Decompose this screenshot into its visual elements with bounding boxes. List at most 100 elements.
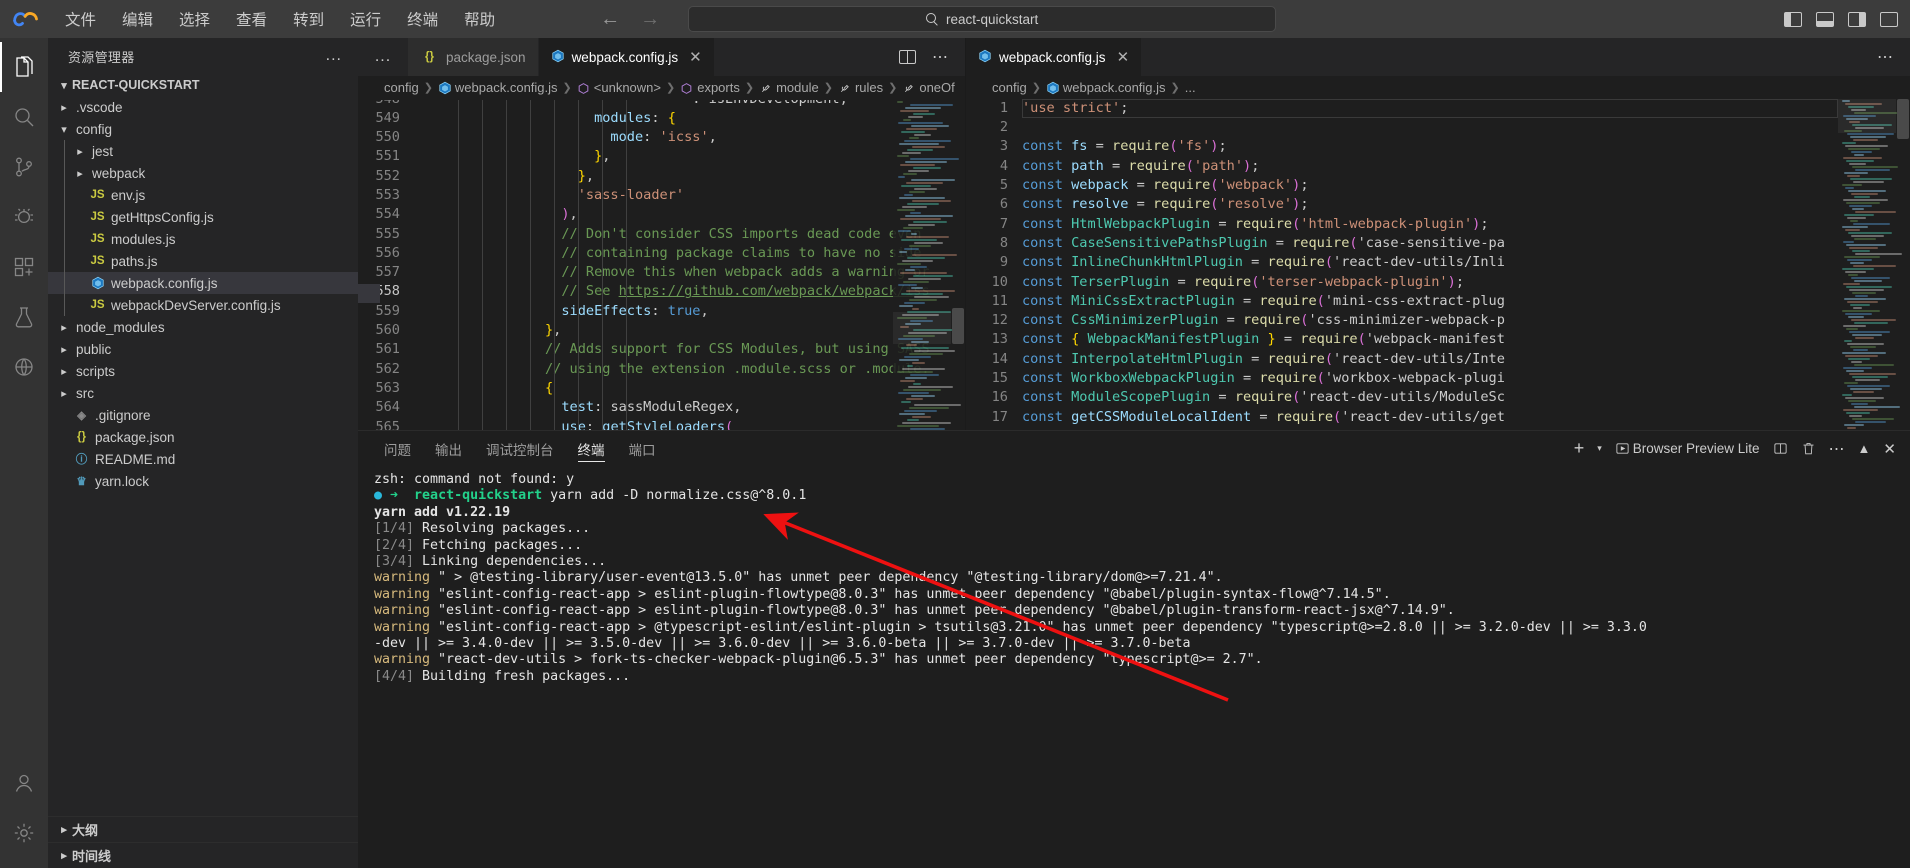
tree-item-src[interactable]: ▸ src <box>48 382 358 404</box>
menu-run[interactable]: 运行 <box>337 5 394 33</box>
close-icon[interactable]: ✕ <box>1117 48 1130 66</box>
activity-settings[interactable] <box>0 808 48 858</box>
tree-indent-guide <box>64 294 65 316</box>
editor-scrollbar-left[interactable] <box>951 100 965 430</box>
tree-item-gethttpsconfig-js[interactable]: JS getHttpsConfig.js <box>48 206 358 228</box>
activity-remote-explorer[interactable] <box>0 342 48 392</box>
menu-terminal[interactable]: 终端 <box>394 5 451 33</box>
menu-select[interactable]: 选择 <box>166 5 223 33</box>
code-line: 10 const TerserPlugin = require('terser-w… <box>966 273 1910 292</box>
panel-tab-ports[interactable]: 端口 <box>617 431 668 466</box>
breadcrumb-item-webpack-config-js[interactable]: webpack.config.js <box>438 80 558 95</box>
panel-tab-output[interactable]: 输出 <box>423 431 474 466</box>
browser-preview-button[interactable]: Browser Preview Lite <box>1615 441 1760 456</box>
close-icon[interactable]: ✕ <box>1883 440 1896 458</box>
trash-icon[interactable] <box>1801 441 1816 456</box>
activity-accounts[interactable] <box>0 758 48 808</box>
minimap-slider[interactable] <box>1838 98 1896 133</box>
tree-item-package-json[interactable]: {} package.json <box>48 426 358 448</box>
scrollbar-thumb[interactable] <box>1897 98 1909 139</box>
new-terminal-button[interactable]: + <box>1574 438 1585 459</box>
breadcrumb-item-webpack-config-js[interactable]: webpack.config.js <box>1046 80 1166 95</box>
minimap-right[interactable] <box>1838 98 1902 430</box>
activity-extensions[interactable] <box>0 242 48 292</box>
chevron-right-icon: ▸ <box>77 145 83 158</box>
menu-edit[interactable]: 编辑 <box>109 5 166 33</box>
breadcrumb-item--unknown-[interactable]: <unknown> <box>577 80 661 95</box>
activity-source-control[interactable] <box>0 142 48 192</box>
toggle-primary-sidebar-icon[interactable] <box>1784 11 1802 27</box>
tree-indent-guide <box>64 184 65 206</box>
tree-item-webpackdevserver-config-js[interactable]: JS webpackDevServer.config.js <box>48 294 358 316</box>
terminal-text: Linking dependencies... <box>422 554 607 570</box>
customize-layout-icon[interactable] <box>1880 11 1898 27</box>
terminal-output[interactable]: zsh: command not found: y ● ➜ react-quick… <box>358 466 1910 868</box>
terminal-text: " > @testing-library/user-event@13.5.0" … <box>430 570 1223 586</box>
tree-item-modules-js[interactable]: JS modules.js <box>48 228 358 250</box>
tab-webpack-config-js-right[interactable]: webpack.config.js ✕ <box>966 38 1143 76</box>
tree-item-readme-md[interactable]: ⓘ README.md <box>48 448 358 470</box>
toggle-secondary-sidebar-icon[interactable] <box>1848 11 1866 27</box>
activity-explorer[interactable] <box>0 42 48 92</box>
back-icon[interactable]: ← <box>600 9 620 29</box>
forward-icon[interactable]: → <box>640 9 660 29</box>
panel-tab-problems[interactable]: 问题 <box>372 431 423 466</box>
tree-item-gitignore[interactable]: ◈ .gitignore <box>48 404 358 426</box>
split-terminal-icon[interactable] <box>1773 441 1788 456</box>
code-editor-left[interactable]: 548 : isEnvDevelopment,549 modules: {550… <box>358 99 965 430</box>
menu-help[interactable]: 帮助 <box>451 5 508 33</box>
breadcrumb-item--[interactable]: ... <box>1185 80 1196 95</box>
explorer-root-folder[interactable]: ▾ REACT-QUICKSTART <box>48 74 358 96</box>
menu-view[interactable]: 查看 <box>223 5 280 33</box>
tab-package-json[interactable]: {} package.json <box>408 38 539 76</box>
more-actions-icon[interactable]: ⋯ <box>1877 47 1894 67</box>
activity-search[interactable] <box>0 92 48 142</box>
minimap-slider[interactable] <box>893 311 951 344</box>
menu-goto[interactable]: 转到 <box>280 5 337 33</box>
quick-open-input[interactable]: react-quickstart <box>688 6 1277 32</box>
scrollbar-thumb[interactable] <box>952 307 964 344</box>
explorer-section-timeline[interactable]: ▸ 时间线 <box>48 842 358 868</box>
chevron-down-icon[interactable]: ▾ <box>1597 443 1602 454</box>
tabs-overflow-icon[interactable]: ... <box>358 38 408 76</box>
toggle-panel-icon[interactable] <box>1816 11 1834 27</box>
code-editor-right[interactable]: 1'use strict'; 2 3 const fs = require('fs')… <box>966 98 1910 430</box>
panel-tab-debug-console[interactable]: 调试控制台 <box>474 431 566 466</box>
breadcrumb-item-config[interactable]: config <box>992 80 1027 95</box>
more-actions-icon[interactable]: ⋯ <box>932 47 949 67</box>
tree-item-webpack[interactable]: ▸ webpack <box>48 162 358 184</box>
tree-item-vscode[interactable]: ▸ .vscode <box>48 96 358 118</box>
split-editor-icon[interactable] <box>899 50 916 64</box>
tree-item-yarn-lock[interactable]: ♛ yarn.lock <box>48 470 358 492</box>
minimap-left[interactable] <box>893 99 961 430</box>
explorer-section-outline[interactable]: ▸ 大纲 <box>48 816 358 842</box>
tree-item-webpack-config-js[interactable]: webpack.config.js <box>48 272 358 294</box>
panel-tab-terminal[interactable]: 终端 <box>566 431 617 466</box>
editor-scrollbar-right[interactable] <box>1896 98 1910 430</box>
tree-item-config[interactable]: ▾ config <box>48 118 358 140</box>
close-icon[interactable]: ✕ <box>689 48 702 66</box>
activity-run-and-debug[interactable] <box>0 192 48 242</box>
breadcrumb-item-config[interactable]: config <box>384 80 419 95</box>
breadcrumb-item-module[interactable]: module <box>759 80 819 95</box>
activity-testing[interactable] <box>0 292 48 342</box>
tree-item-jest[interactable]: ▸ jest <box>48 140 358 162</box>
explorer-more-icon[interactable]: ... <box>326 47 342 65</box>
breadcrumb-item-exports[interactable]: exports <box>680 80 740 95</box>
breadcrumb-left: config ❯ webpack.config.js ❯ <unknown> ❯ expor… <box>358 76 965 100</box>
breadcrumb-separator: ❯ <box>666 82 676 95</box>
more-actions-icon[interactable]: ⋯ <box>1829 439 1845 459</box>
tree-item-public[interactable]: ▸ public <box>48 338 358 360</box>
tree-item-paths-js[interactable]: JS paths.js <box>48 250 358 272</box>
tree-item-scripts[interactable]: ▸ scripts <box>48 360 358 382</box>
browser-preview-label: Browser Preview Lite <box>1632 441 1760 456</box>
chevron-up-icon[interactable]: ▲ <box>1858 441 1871 456</box>
tab-webpack-config-js[interactable]: webpack.config.js ✕ <box>538 38 715 76</box>
menu-file[interactable]: 文件 <box>52 5 109 33</box>
editor-actions-right: ⋯ <box>1877 38 1910 76</box>
tree-item-env-js[interactable]: JS env.js <box>48 184 358 206</box>
breadcrumb-item-oneof[interactable]: oneOf <box>902 80 955 95</box>
tree-item-node-modules[interactable]: ▸ node_modules <box>48 316 358 338</box>
breadcrumb-item-rules[interactable]: rules <box>838 80 883 95</box>
symbol-field-icon <box>680 81 693 95</box>
